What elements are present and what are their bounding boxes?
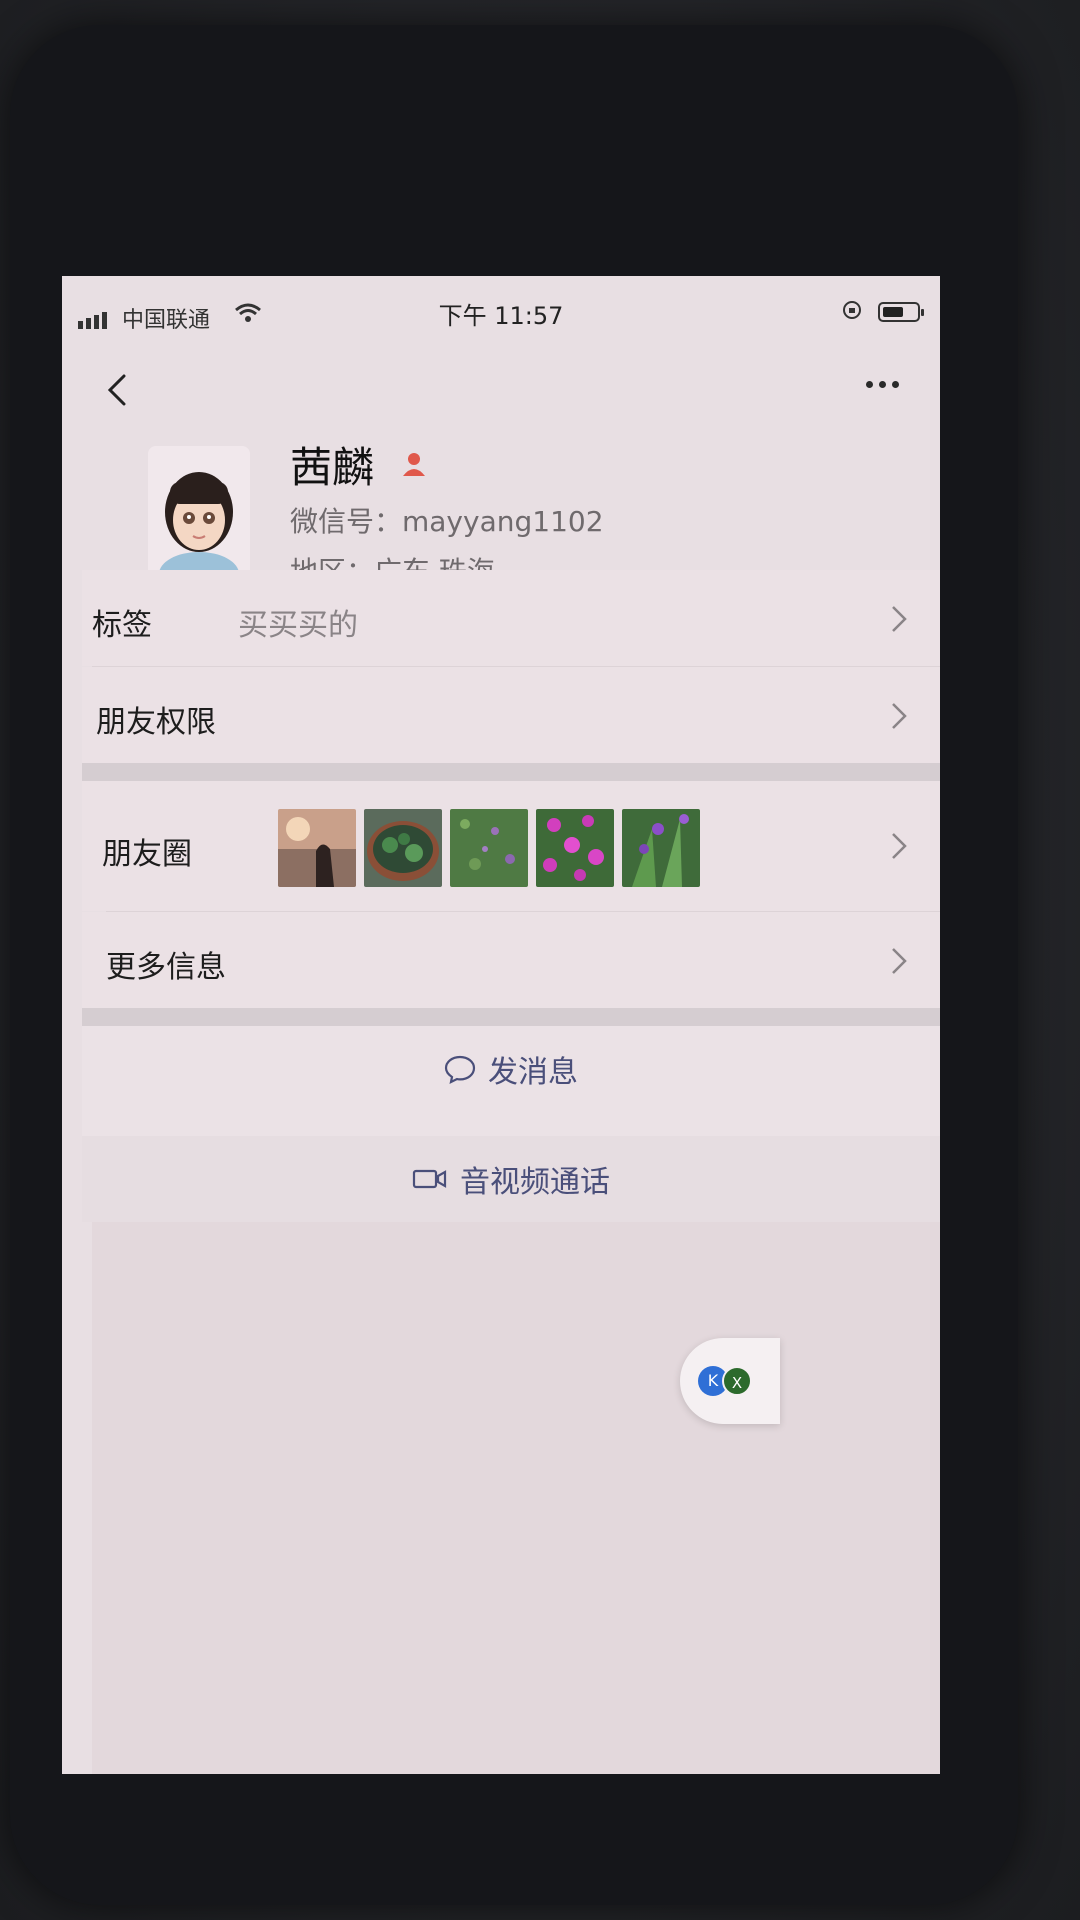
tags-row[interactable]: 标签 买买买的 [82,570,940,666]
video-call-button[interactable]: 音视频通话 [82,1136,940,1222]
more-options-button[interactable] [852,364,912,404]
status-time: 下午 11:57 [438,302,564,330]
section-gap [82,1008,940,1026]
chevron-right-icon [892,948,907,974]
rotation-lock-icon [843,301,861,319]
person-tag-icon [403,453,425,476]
permissions-row[interactable]: 朋友权限 [82,667,940,763]
floating-widget[interactable]: K X [680,1338,780,1424]
moments-thumbnails [278,809,700,887]
moments-row[interactable]: 朋友圈 [82,781,940,911]
moments-photo [450,809,528,887]
wechat-id: 微信号：mayyang1102 [290,505,604,538]
back-icon[interactable] [100,370,140,410]
tags-value: 买买买的 [238,608,358,643]
send-message-button[interactable]: 发消息 [82,1026,940,1112]
more-info-label: 更多信息 [106,950,226,985]
status-bar: 中国联通 下午 11:57 [62,276,940,336]
send-message-label: 发消息 [488,1055,578,1090]
moments-label: 朋友圈 [102,837,192,872]
permissions-label: 朋友权限 [96,705,216,740]
chevron-right-icon [892,833,907,859]
video-camera-icon [412,1169,447,1189]
chevron-right-icon [892,703,907,729]
moments-photo [278,809,356,887]
moments-photo [364,809,442,887]
more-info-row[interactable]: 更多信息 [82,912,940,1008]
chevron-right-icon [892,606,907,632]
profile-name: 茜麟 [290,443,375,492]
video-call-label: 音视频通话 [460,1165,610,1200]
section-gap [82,763,940,781]
avatar[interactable] [148,446,250,586]
tags-label: 标签 [92,608,152,643]
empty-area [92,1222,940,1774]
battery-icon [878,302,924,322]
screen: 中国联通 下午 11:57 茜麟 微信号：mayyang1102 标签 买买买的… [62,276,940,1774]
chat-bubble-icon [444,1055,476,1084]
moments-photo [622,809,700,887]
close-badge[interactable]: X [722,1366,752,1396]
moments-photo [536,809,614,887]
